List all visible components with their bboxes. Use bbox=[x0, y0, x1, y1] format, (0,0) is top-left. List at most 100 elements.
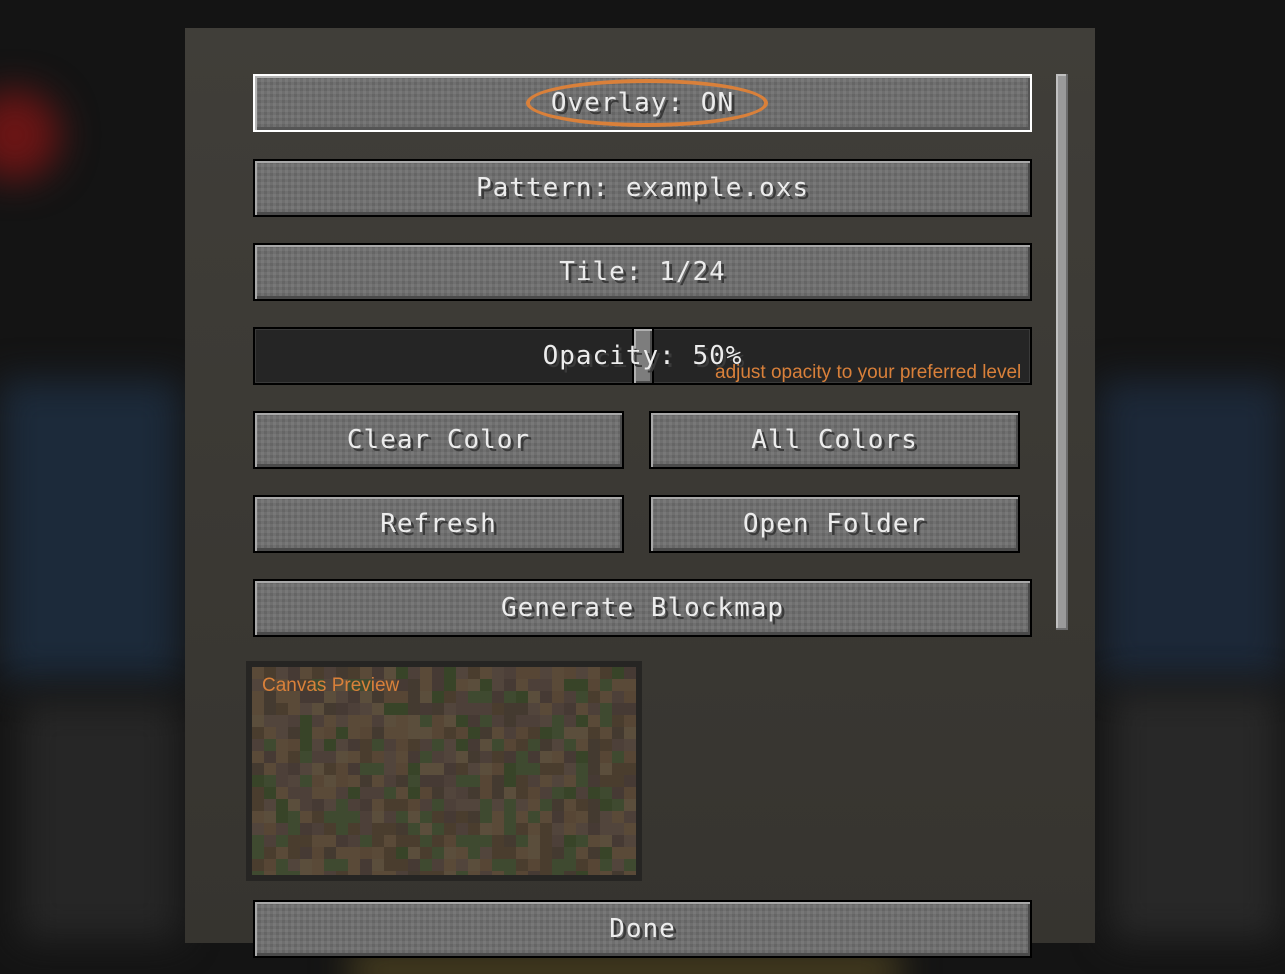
canvas-pixel bbox=[288, 739, 300, 751]
canvas-pixel bbox=[588, 715, 600, 727]
overlay-toggle-button[interactable]: Overlay: ON bbox=[253, 74, 1032, 132]
canvas-pixel bbox=[360, 799, 372, 811]
canvas-pixel bbox=[588, 847, 600, 859]
canvas-pixel bbox=[612, 859, 624, 871]
canvas-pixel bbox=[480, 679, 492, 691]
canvas-pixel bbox=[468, 823, 480, 835]
canvas-pixel bbox=[612, 775, 624, 787]
canvas-pixel bbox=[576, 787, 588, 799]
canvas-pixel bbox=[312, 871, 324, 875]
canvas-pixel bbox=[492, 751, 504, 763]
canvas-pixel bbox=[456, 799, 468, 811]
canvas-pixel bbox=[552, 775, 564, 787]
canvas-pixel bbox=[576, 679, 588, 691]
canvas-pixel bbox=[600, 739, 612, 751]
canvas-pixel bbox=[456, 871, 468, 875]
canvas-pixel bbox=[348, 739, 360, 751]
pattern-button[interactable]: Pattern: example.oxs bbox=[253, 159, 1032, 217]
generate-blockmap-button[interactable]: Generate Blockmap bbox=[253, 579, 1032, 637]
canvas-pixel bbox=[288, 835, 300, 847]
canvas-pixel bbox=[552, 667, 564, 679]
canvas-pixel bbox=[576, 739, 588, 751]
canvas-pixel bbox=[612, 691, 624, 703]
canvas-pixel bbox=[432, 835, 444, 847]
canvas-pixel bbox=[420, 847, 432, 859]
refresh-label: Refresh bbox=[380, 509, 497, 539]
canvas-pixel bbox=[264, 847, 276, 859]
canvas-pixel bbox=[408, 823, 420, 835]
canvas-pixel bbox=[516, 787, 528, 799]
canvas-pixel bbox=[336, 727, 348, 739]
tile-button[interactable]: Tile: 1/24 bbox=[253, 243, 1032, 301]
canvas-pixel bbox=[600, 727, 612, 739]
canvas-pixel bbox=[288, 751, 300, 763]
canvas-pixel bbox=[480, 823, 492, 835]
canvas-pixel bbox=[300, 751, 312, 763]
done-button[interactable]: Done bbox=[253, 900, 1032, 958]
canvas-pixel bbox=[480, 751, 492, 763]
clear-color-button[interactable]: Clear Color bbox=[253, 411, 624, 469]
scrollbar-thumb[interactable] bbox=[1056, 74, 1068, 630]
all-colors-button[interactable]: All Colors bbox=[649, 411, 1020, 469]
canvas-pixel bbox=[324, 835, 336, 847]
canvas-pixel bbox=[324, 703, 336, 715]
canvas-pixel bbox=[312, 787, 324, 799]
canvas-pixel bbox=[252, 871, 264, 875]
canvas-pixel bbox=[276, 739, 288, 751]
canvas-pixel bbox=[480, 799, 492, 811]
canvas-pixel bbox=[288, 703, 300, 715]
canvas-pixel bbox=[360, 775, 372, 787]
open-folder-button[interactable]: Open Folder bbox=[649, 495, 1020, 553]
canvas-pixel bbox=[432, 679, 444, 691]
canvas-pixel bbox=[624, 871, 636, 875]
canvas-pixel bbox=[576, 667, 588, 679]
canvas-pixel bbox=[468, 691, 480, 703]
canvas-pixel bbox=[252, 811, 264, 823]
canvas-pixel bbox=[612, 679, 624, 691]
canvas-pixel bbox=[336, 715, 348, 727]
canvas-pixel bbox=[312, 859, 324, 871]
canvas-pixel bbox=[528, 691, 540, 703]
canvas-pixel bbox=[300, 715, 312, 727]
canvas-pixel bbox=[504, 703, 516, 715]
canvas-pixel bbox=[408, 739, 420, 751]
canvas-pixel bbox=[516, 859, 528, 871]
canvas-pixel bbox=[300, 763, 312, 775]
canvas-pixel bbox=[360, 835, 372, 847]
canvas-pixel bbox=[252, 715, 264, 727]
canvas-pixel bbox=[588, 727, 600, 739]
canvas-pixel bbox=[540, 847, 552, 859]
canvas-pixel bbox=[504, 679, 516, 691]
canvas-pixel bbox=[612, 751, 624, 763]
canvas-pixel bbox=[504, 691, 516, 703]
canvas-pixel bbox=[540, 727, 552, 739]
canvas-pixel bbox=[576, 763, 588, 775]
canvas-pixel bbox=[408, 799, 420, 811]
canvas-pixel bbox=[444, 835, 456, 847]
canvas-pixel bbox=[600, 871, 612, 875]
canvas-pixel bbox=[612, 727, 624, 739]
canvas-pixel bbox=[312, 763, 324, 775]
canvas-pixel bbox=[276, 751, 288, 763]
canvas-pixel bbox=[444, 859, 456, 871]
canvas-pixel bbox=[276, 823, 288, 835]
canvas-pixel bbox=[408, 871, 420, 875]
canvas-pixel bbox=[624, 751, 636, 763]
canvas-pixel bbox=[624, 775, 636, 787]
refresh-button[interactable]: Refresh bbox=[253, 495, 624, 553]
canvas-pixel bbox=[432, 715, 444, 727]
canvas-pixel bbox=[480, 859, 492, 871]
canvas-pixel bbox=[420, 691, 432, 703]
canvas-pixel bbox=[456, 715, 468, 727]
canvas-pixel bbox=[348, 775, 360, 787]
canvas-pixel bbox=[528, 727, 540, 739]
canvas-pixel bbox=[420, 751, 432, 763]
canvas-pixel bbox=[540, 667, 552, 679]
canvas-pixel bbox=[444, 679, 456, 691]
canvas-pixel bbox=[372, 859, 384, 871]
canvas-pixel bbox=[420, 667, 432, 679]
canvas-pixel bbox=[540, 859, 552, 871]
canvas-pixel bbox=[396, 775, 408, 787]
canvas-pixel bbox=[456, 763, 468, 775]
canvas-pixel bbox=[408, 715, 420, 727]
